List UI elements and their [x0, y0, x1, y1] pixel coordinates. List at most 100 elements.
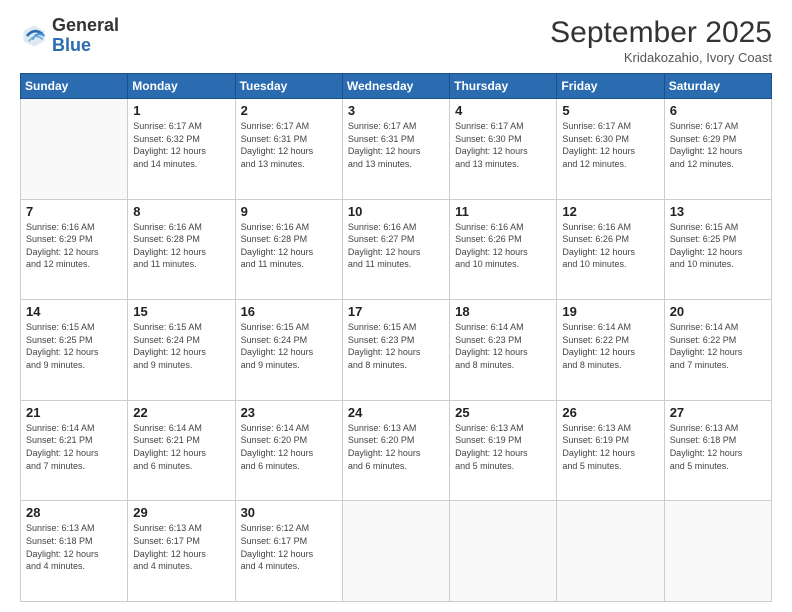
- calendar-cell: 19 Sunrise: 6:14 AM Sunset: 6:22 PM Dayli…: [557, 300, 664, 401]
- calendar-cell: 10 Sunrise: 6:16 AM Sunset: 6:27 PM Dayli…: [342, 199, 449, 300]
- day-number: 21: [26, 405, 122, 420]
- day-number: 26: [562, 405, 658, 420]
- day-info: Sunrise: 6:16 AM Sunset: 6:29 PM Dayligh…: [26, 221, 122, 271]
- day-number: 5: [562, 103, 658, 118]
- logo-blue: Blue: [52, 35, 91, 55]
- calendar-cell: 20Sunrise: 6:14 AM Sunset: 6:22 PM Dayli…: [664, 300, 771, 401]
- day-number: 29: [133, 505, 229, 520]
- day-number: 14: [26, 304, 122, 319]
- day-info: Sunrise: 6:14 AM Sunset: 6:23 PM Dayligh…: [455, 321, 551, 371]
- calendar-cell: 15 Sunrise: 6:15 AM Sunset: 6:24 PM Dayli…: [128, 300, 235, 401]
- calendar-cell: 4 Sunrise: 6:17 AM Sunset: 6:30 PM Daylig…: [450, 99, 557, 200]
- calendar-cell: [664, 501, 771, 602]
- day-number: 27: [670, 405, 766, 420]
- calendar-week-1: 1 Sunrise: 6:17 AM Sunset: 6:32 PM Daylig…: [21, 99, 772, 200]
- calendar-cell: [21, 99, 128, 200]
- day-info: Sunrise: 6:16 AM Sunset: 6:26 PM Dayligh…: [562, 221, 658, 271]
- day-number: 10: [348, 204, 444, 219]
- day-info: Sunrise: 6:15 AM Sunset: 6:25 PM Dayligh…: [26, 321, 122, 371]
- day-info: Sunrise: 6:15 AM Sunset: 6:23 PM Dayligh…: [348, 321, 444, 371]
- calendar-cell: 13 Sunrise: 6:15 AM Sunset: 6:25 PM Dayli…: [664, 199, 771, 300]
- day-number: 8: [133, 204, 229, 219]
- calendar-cell: [557, 501, 664, 602]
- title-area: September 2025 Kridakozahio, Ivory Coast: [550, 16, 772, 65]
- calendar-cell: [450, 501, 557, 602]
- weekday-header-thursday: Thursday: [450, 74, 557, 99]
- calendar-cell: 23Sunrise: 6:14 AM Sunset: 6:20 PM Dayli…: [235, 400, 342, 501]
- calendar-week-5: 28 Sunrise: 6:13 AM Sunset: 6:18 PM Dayli…: [21, 501, 772, 602]
- calendar-cell: 12 Sunrise: 6:16 AM Sunset: 6:26 PM Dayli…: [557, 199, 664, 300]
- day-info: Sunrise: 6:17 AM Sunset: 6:29 PM Dayligh…: [670, 120, 766, 170]
- calendar-cell: 18 Sunrise: 6:14 AM Sunset: 6:23 PM Dayli…: [450, 300, 557, 401]
- day-number: 23: [241, 405, 337, 420]
- calendar-cell: 16Sunrise: 6:15 AM Sunset: 6:24 PM Dayli…: [235, 300, 342, 401]
- day-number: 1: [133, 103, 229, 118]
- calendar-week-2: 7 Sunrise: 6:16 AM Sunset: 6:29 PM Daylig…: [21, 199, 772, 300]
- weekday-header-saturday: Saturday: [664, 74, 771, 99]
- day-info: Sunrise: 6:15 AM Sunset: 6:24 PM Dayligh…: [133, 321, 229, 371]
- calendar-cell: 3Sunrise: 6:17 AM Sunset: 6:31 PM Daylig…: [342, 99, 449, 200]
- day-info: Sunrise: 6:17 AM Sunset: 6:30 PM Dayligh…: [455, 120, 551, 170]
- calendar-cell: 29 Sunrise: 6:13 AM Sunset: 6:17 PM Dayli…: [128, 501, 235, 602]
- day-number: 4: [455, 103, 551, 118]
- day-number: 19: [562, 304, 658, 319]
- logo: General Blue: [20, 16, 119, 56]
- day-info: Sunrise: 6:17 AM Sunset: 6:30 PM Dayligh…: [562, 120, 658, 170]
- day-number: 2: [241, 103, 337, 118]
- day-info: Sunrise: 6:13 AM Sunset: 6:17 PM Dayligh…: [133, 522, 229, 572]
- day-number: 25: [455, 405, 551, 420]
- day-number: 18: [455, 304, 551, 319]
- calendar-cell: [342, 501, 449, 602]
- day-number: 12: [562, 204, 658, 219]
- day-number: 24: [348, 405, 444, 420]
- logo-text: General Blue: [52, 16, 119, 56]
- calendar-cell: 11 Sunrise: 6:16 AM Sunset: 6:26 PM Dayli…: [450, 199, 557, 300]
- day-info: Sunrise: 6:14 AM Sunset: 6:21 PM Dayligh…: [26, 422, 122, 472]
- calendar-cell: 26 Sunrise: 6:13 AM Sunset: 6:19 PM Dayli…: [557, 400, 664, 501]
- page-header: General Blue September 2025 Kridakozahio…: [20, 16, 772, 65]
- location: Kridakozahio, Ivory Coast: [550, 50, 772, 65]
- day-info: Sunrise: 6:16 AM Sunset: 6:26 PM Dayligh…: [455, 221, 551, 271]
- calendar-cell: 5 Sunrise: 6:17 AM Sunset: 6:30 PM Daylig…: [557, 99, 664, 200]
- calendar-cell: 14 Sunrise: 6:15 AM Sunset: 6:25 PM Dayli…: [21, 300, 128, 401]
- calendar-cell: 25 Sunrise: 6:13 AM Sunset: 6:19 PM Dayli…: [450, 400, 557, 501]
- day-number: 9: [241, 204, 337, 219]
- calendar-cell: 8 Sunrise: 6:16 AM Sunset: 6:28 PM Daylig…: [128, 199, 235, 300]
- day-number: 7: [26, 204, 122, 219]
- day-info: Sunrise: 6:12 AM Sunset: 6:17 PM Dayligh…: [241, 522, 337, 572]
- day-info: Sunrise: 6:13 AM Sunset: 6:19 PM Dayligh…: [455, 422, 551, 472]
- day-info: Sunrise: 6:16 AM Sunset: 6:28 PM Dayligh…: [241, 221, 337, 271]
- day-info: Sunrise: 6:16 AM Sunset: 6:28 PM Dayligh…: [133, 221, 229, 271]
- day-info: Sunrise: 6:14 AM Sunset: 6:22 PM Dayligh…: [562, 321, 658, 371]
- day-number: 11: [455, 204, 551, 219]
- day-info: Sunrise: 6:15 AM Sunset: 6:25 PM Dayligh…: [670, 221, 766, 271]
- calendar-cell: 21 Sunrise: 6:14 AM Sunset: 6:21 PM Dayli…: [21, 400, 128, 501]
- day-info: Sunrise: 6:13 AM Sunset: 6:20 PM Dayligh…: [348, 422, 444, 472]
- calendar-cell: 1 Sunrise: 6:17 AM Sunset: 6:32 PM Daylig…: [128, 99, 235, 200]
- day-info: Sunrise: 6:17 AM Sunset: 6:31 PM Dayligh…: [348, 120, 444, 170]
- calendar-cell: 22Sunrise: 6:14 AM Sunset: 6:21 PM Dayli…: [128, 400, 235, 501]
- weekday-header-monday: Monday: [128, 74, 235, 99]
- calendar-cell: 27Sunrise: 6:13 AM Sunset: 6:18 PM Dayli…: [664, 400, 771, 501]
- logo-icon: [20, 22, 48, 50]
- day-info: Sunrise: 6:13 AM Sunset: 6:18 PM Dayligh…: [26, 522, 122, 572]
- calendar-cell: 17Sunrise: 6:15 AM Sunset: 6:23 PM Dayli…: [342, 300, 449, 401]
- day-number: 15: [133, 304, 229, 319]
- weekday-header-sunday: Sunday: [21, 74, 128, 99]
- day-number: 28: [26, 505, 122, 520]
- calendar-week-4: 21 Sunrise: 6:14 AM Sunset: 6:21 PM Dayli…: [21, 400, 772, 501]
- calendar-cell: 2 Sunrise: 6:17 AM Sunset: 6:31 PM Daylig…: [235, 99, 342, 200]
- calendar-cell: 6Sunrise: 6:17 AM Sunset: 6:29 PM Daylig…: [664, 99, 771, 200]
- calendar-week-3: 14 Sunrise: 6:15 AM Sunset: 6:25 PM Dayli…: [21, 300, 772, 401]
- day-number: 16: [241, 304, 337, 319]
- weekday-header-friday: Friday: [557, 74, 664, 99]
- day-number: 30: [241, 505, 337, 520]
- day-info: Sunrise: 6:17 AM Sunset: 6:31 PM Dayligh…: [241, 120, 337, 170]
- day-info: Sunrise: 6:16 AM Sunset: 6:27 PM Dayligh…: [348, 221, 444, 271]
- day-info: Sunrise: 6:17 AM Sunset: 6:32 PM Dayligh…: [133, 120, 229, 170]
- day-info: Sunrise: 6:13 AM Sunset: 6:19 PM Dayligh…: [562, 422, 658, 472]
- day-number: 13: [670, 204, 766, 219]
- calendar-cell: 24 Sunrise: 6:13 AM Sunset: 6:20 PM Dayli…: [342, 400, 449, 501]
- weekday-header-tuesday: Tuesday: [235, 74, 342, 99]
- day-info: Sunrise: 6:14 AM Sunset: 6:21 PM Dayligh…: [133, 422, 229, 472]
